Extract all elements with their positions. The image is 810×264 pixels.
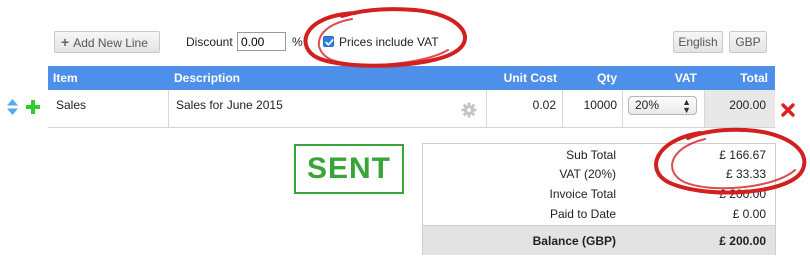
balance-label: Balance (GBP) [532, 234, 616, 248]
header-vat: VAT [674, 71, 697, 85]
invoice-total-label: Invoice Total [549, 187, 617, 201]
currency-button[interactable]: GBP [729, 31, 767, 53]
row-vat-select[interactable]: 20% ▲ ▼ [628, 96, 697, 115]
header-total: Total [740, 71, 768, 85]
reorder-icon[interactable] [6, 98, 19, 116]
plus-icon: + [61, 34, 70, 50]
add-new-line-label: Add New Line [73, 36, 148, 50]
paid-to-date-label: Paid to Date [549, 207, 616, 221]
vat-total-label: VAT (20%) [559, 167, 616, 181]
discount-input[interactable] [237, 32, 286, 51]
header-unit-cost: Unit Cost [503, 71, 557, 85]
balance-value: £ 200.00 [719, 234, 766, 248]
row-item[interactable]: Sales [56, 98, 86, 112]
add-new-line-button[interactable]: + Add New Line [54, 31, 160, 53]
status-stamp: SENT [294, 144, 404, 194]
header-qty: Qty [596, 71, 617, 85]
select-arrows-icon: ▲ ▼ [682, 97, 691, 115]
sub-total-value: £ 166.67 [719, 148, 766, 162]
row-description[interactable]: Sales for June 2015 [176, 98, 283, 112]
language-button[interactable]: English [673, 31, 723, 53]
row-qty[interactable]: 10000 [584, 98, 617, 112]
header-description: Description [174, 71, 241, 85]
prices-include-vat-label[interactable]: Prices include VAT [339, 35, 439, 49]
add-row-icon[interactable] [25, 99, 41, 115]
sub-total-label: Sub Total [566, 148, 616, 162]
invoice-total-value: £ 200.00 [719, 187, 766, 201]
line-items-header: Item Description Unit Cost Qty VAT Total [48, 66, 775, 90]
discount-label: Discount [186, 35, 233, 49]
header-item: Item [53, 71, 78, 85]
row-total: 200.00 [729, 98, 766, 112]
vat-total-value: £ 33.33 [725, 167, 766, 181]
row-vat-value: 20% [635, 98, 660, 112]
paid-to-date-value: £ 0.00 [732, 207, 766, 221]
row-unit-cost[interactable]: 0.02 [533, 98, 556, 112]
prices-include-vat-checkbox[interactable] [323, 36, 334, 47]
percent-symbol: % [292, 35, 303, 49]
delete-row-icon[interactable] [781, 103, 795, 117]
checkmark-icon [325, 39, 334, 46]
gear-icon[interactable] [461, 102, 477, 118]
